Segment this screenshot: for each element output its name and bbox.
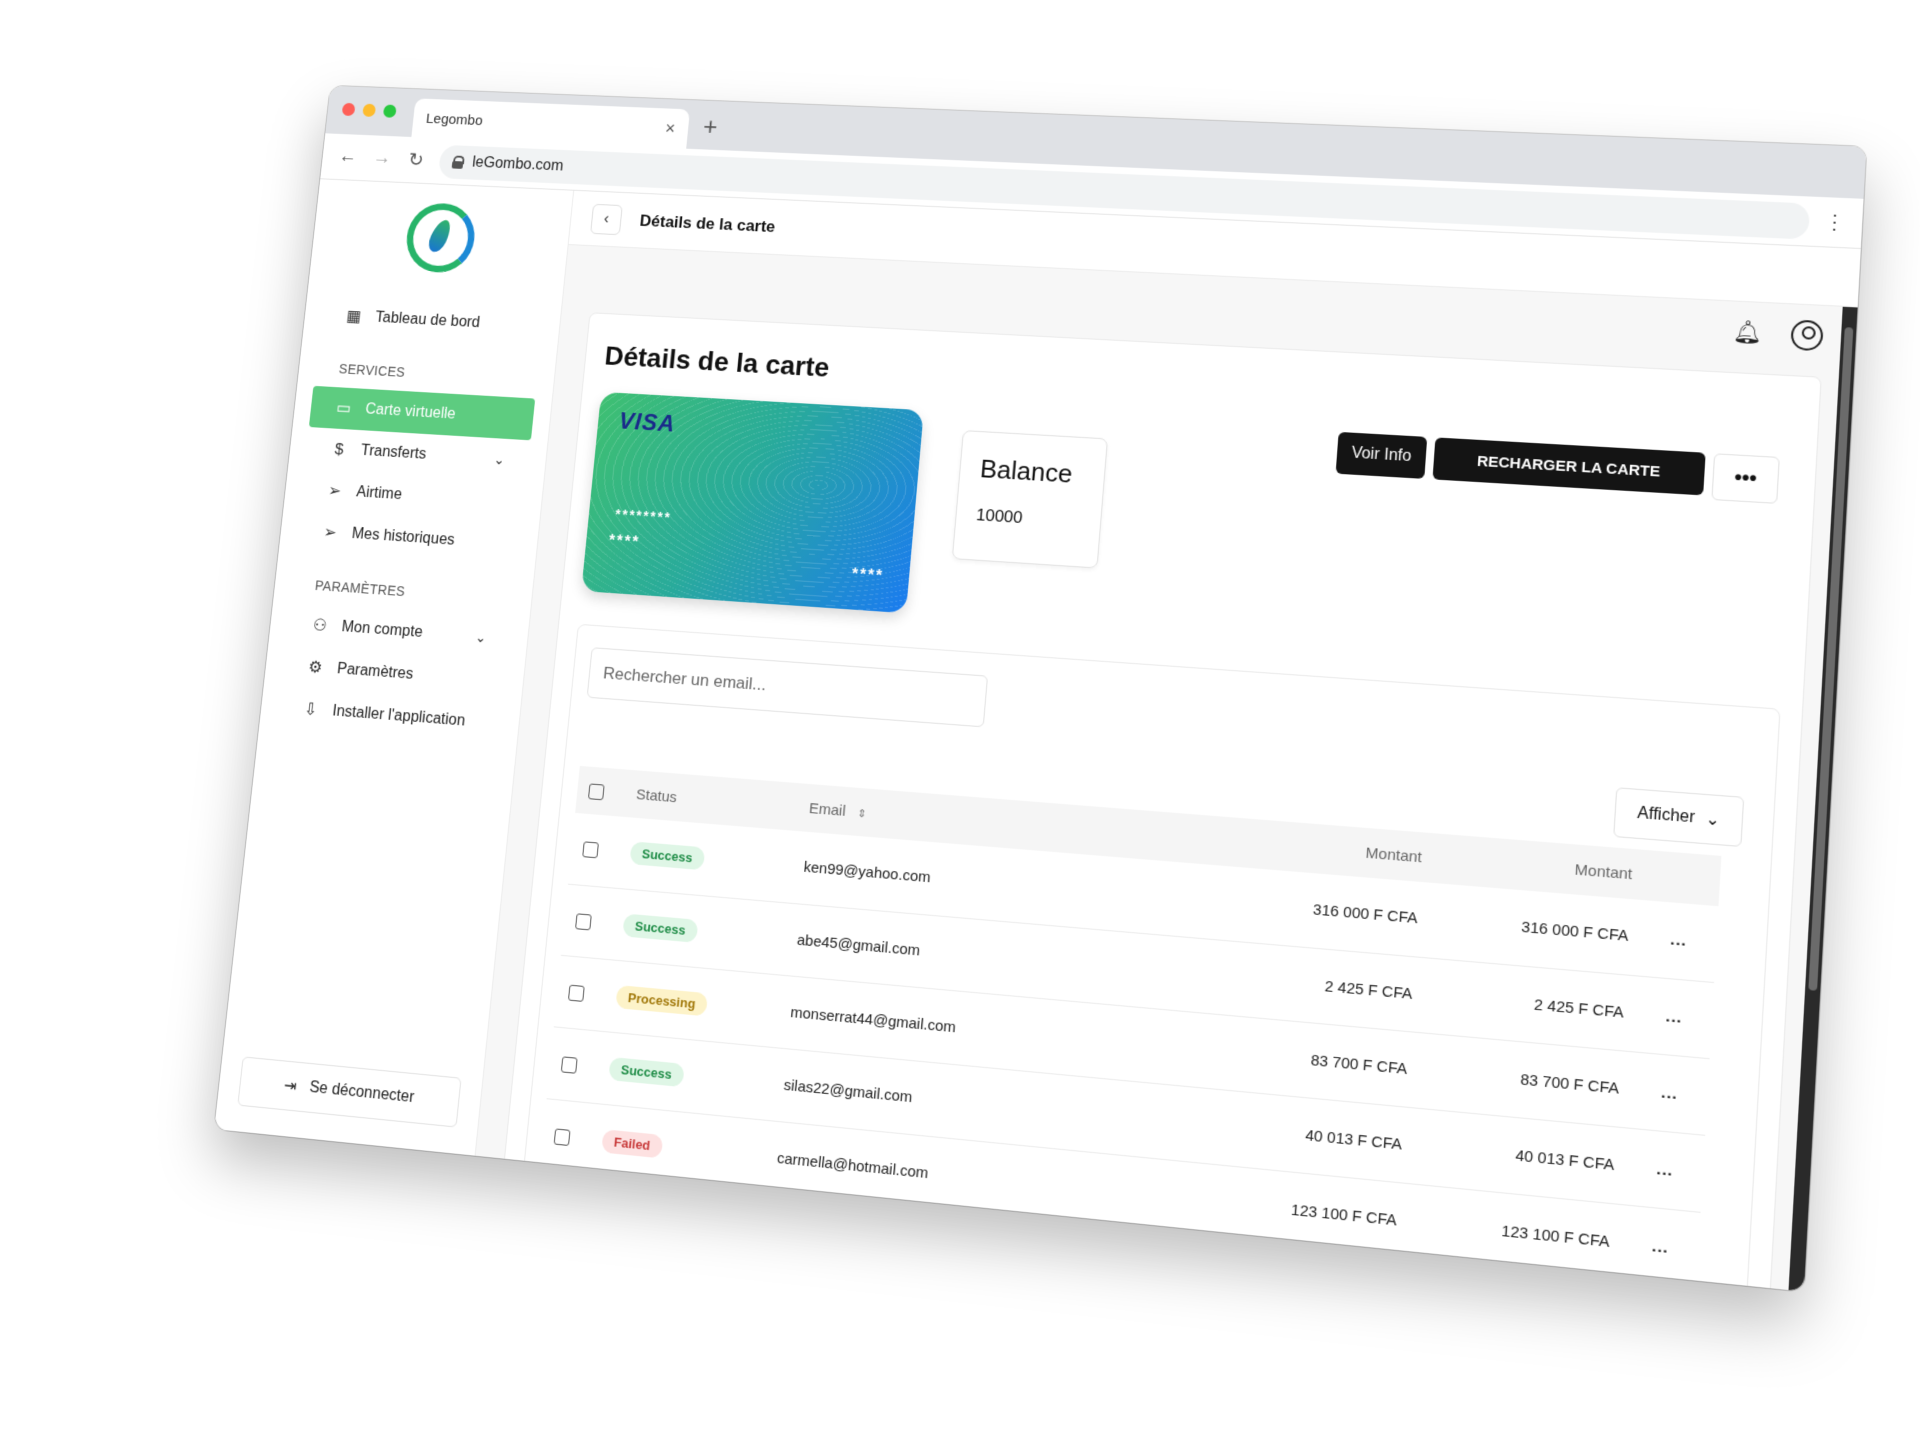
chevron-down-icon[interactable]: ⌄ bbox=[475, 629, 488, 646]
balance-box: Balance 10000 bbox=[952, 430, 1108, 568]
status-badge: Success bbox=[629, 842, 705, 871]
row-more-button[interactable]: ... bbox=[1625, 1128, 1705, 1212]
status-badge: Failed bbox=[601, 1129, 663, 1158]
gear-icon: ⚙ bbox=[305, 657, 325, 677]
send-icon: ➢ bbox=[324, 481, 344, 501]
browser-window: Legombo × + ← → ↻ leGombo.com ⋮ ▦ Tablea… bbox=[214, 86, 1866, 1292]
card-mask-line-1: ******** bbox=[615, 506, 673, 525]
main-content: ‹ Détails de la carte 🔔︎ Détails de la c… bbox=[476, 191, 1861, 1292]
card-mask-line-3: **** bbox=[851, 566, 884, 586]
sidebar-item-label: Carte virtuelle bbox=[364, 401, 456, 423]
new-tab-button[interactable]: + bbox=[702, 112, 719, 142]
minimize-window-button[interactable] bbox=[362, 104, 376, 117]
search-email-input[interactable] bbox=[587, 647, 988, 727]
card-details-panel: Détails de la carte Voir Info RECHARGER … bbox=[500, 312, 1822, 1291]
sidebar-item-label: Tableau de bord bbox=[374, 309, 480, 331]
select-all-cell bbox=[575, 766, 627, 817]
chevron-down-icon[interactable]: ⌄ bbox=[493, 451, 506, 468]
balance-title: Balance bbox=[979, 454, 1086, 491]
status-badge: Success bbox=[622, 913, 698, 942]
forward-arrow-icon[interactable]: → bbox=[370, 147, 394, 169]
row-select-cell bbox=[554, 955, 609, 1031]
users-icon: ⚇ bbox=[310, 616, 330, 636]
legombo-logo bbox=[403, 202, 478, 274]
card-icon: ▭ bbox=[334, 398, 354, 418]
logout-icon: ⇥ bbox=[283, 1075, 298, 1096]
app: ▦ Tableau de bord SERVICES ▭ Carte virtu… bbox=[214, 179, 1861, 1291]
sidebar-item-label: Mes historiques bbox=[351, 526, 455, 550]
row-more-button[interactable]: ... bbox=[1630, 1051, 1710, 1134]
row-checkbox[interactable] bbox=[575, 913, 592, 930]
row-more-button[interactable]: ... bbox=[1639, 900, 1719, 982]
grid-icon: ▦ bbox=[344, 307, 364, 327]
stage: Legombo × + ← → ↻ leGombo.com ⋮ ▦ Tablea… bbox=[0, 0, 1920, 1440]
send-icon: ➢ bbox=[320, 523, 340, 543]
afficher-label: Afficher bbox=[1637, 804, 1696, 827]
actions-header bbox=[1643, 850, 1721, 906]
logout-button[interactable]: ⇥ Se déconnecter bbox=[237, 1056, 461, 1127]
select-all-checkbox[interactable] bbox=[588, 783, 605, 800]
browser-menu-icon[interactable]: ⋮ bbox=[1823, 209, 1846, 235]
card-row: VISA ******** **** **** Balance 10000 bbox=[581, 392, 1794, 674]
lock-icon bbox=[452, 155, 464, 168]
transactions-table: Status Email ⇕ Montant Montant Success k… bbox=[539, 766, 1721, 1290]
sort-icon[interactable]: ⇕ bbox=[857, 807, 867, 820]
virtual-card[interactable]: VISA ******** **** **** bbox=[581, 392, 924, 613]
install-icon: ⇩ bbox=[300, 700, 320, 721]
reload-icon[interactable]: ↻ bbox=[404, 148, 428, 172]
sidebar-item-label: Mon compte bbox=[341, 619, 424, 642]
back-arrow-icon[interactable]: ← bbox=[336, 146, 360, 168]
row-checkbox[interactable] bbox=[582, 842, 599, 859]
status-badge: Success bbox=[608, 1056, 684, 1086]
row-checkbox[interactable] bbox=[568, 984, 585, 1001]
window-controls bbox=[342, 103, 397, 118]
row-select-cell bbox=[568, 813, 622, 888]
maximize-window-button[interactable] bbox=[383, 104, 397, 117]
sidebar-item-label: Installer l'application bbox=[332, 703, 466, 731]
logout-label: Se déconnecter bbox=[308, 1079, 414, 1107]
tab-close-icon[interactable]: × bbox=[664, 118, 676, 138]
bell-icon[interactable]: 🔔︎ bbox=[1730, 315, 1766, 349]
status-badge: Processing bbox=[615, 985, 708, 1016]
page-title: Détails de la carte bbox=[639, 211, 776, 236]
transfer-icon: $ bbox=[329, 440, 349, 460]
back-button[interactable]: ‹ bbox=[590, 203, 623, 234]
user-profile-button[interactable] bbox=[1789, 318, 1825, 352]
row-checkbox[interactable] bbox=[554, 1128, 571, 1146]
visa-logo: VISA bbox=[618, 408, 677, 438]
sidebar-item-label: Transferts bbox=[360, 443, 427, 464]
sidebar-item-label: Airtime bbox=[355, 484, 402, 504]
close-window-button[interactable] bbox=[342, 103, 356, 116]
balance-value: 10000 bbox=[975, 505, 1081, 531]
row-more-button[interactable]: ... bbox=[1634, 976, 1714, 1059]
chevron-down-icon: ⌄ bbox=[1705, 809, 1721, 831]
row-checkbox[interactable] bbox=[561, 1056, 578, 1073]
url-text: leGombo.com bbox=[471, 154, 564, 175]
row-select-cell bbox=[561, 884, 616, 959]
tab-title: Legombo bbox=[425, 110, 483, 128]
afficher-dropdown[interactable]: Afficher ⌄ bbox=[1613, 787, 1744, 847]
more-options-button[interactable]: ••• bbox=[1711, 453, 1779, 504]
row-more-button[interactable]: ... bbox=[1620, 1204, 1700, 1289]
status-cell: Failed bbox=[587, 1103, 768, 1193]
email-header-label: Email bbox=[808, 800, 846, 820]
transactions-section: Afficher ⌄ Status Email ⇕ bbox=[521, 624, 1781, 1292]
sidebar-item-label: Paramètres bbox=[336, 661, 414, 684]
card-mask-line-2: **** bbox=[608, 533, 641, 552]
voir-info-button[interactable]: Voir Info bbox=[1336, 432, 1427, 479]
row-select-cell bbox=[539, 1098, 594, 1175]
chevron-left-icon: ‹ bbox=[603, 210, 610, 227]
user-avatar-icon bbox=[1790, 319, 1824, 351]
row-select-cell bbox=[547, 1026, 602, 1103]
